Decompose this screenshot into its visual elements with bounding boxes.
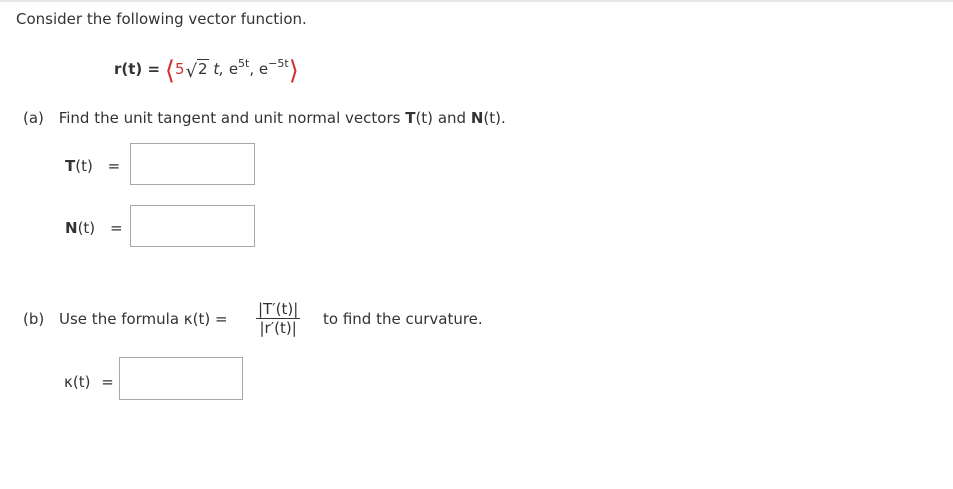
- part-a-narg: (t).: [483, 109, 506, 127]
- part-b-label: (b): [23, 310, 45, 328]
- component-1-var: t,: [213, 60, 225, 78]
- T-label-bold: T: [65, 157, 76, 175]
- part-a-text: Find the unit tangent and unit normal ve…: [58, 109, 401, 127]
- part-a-T: T: [405, 109, 416, 127]
- open-angle-bracket: ⟨: [164, 56, 176, 86]
- T-label-rest: (t): [75, 157, 93, 175]
- part-a-targ: (t): [415, 109, 434, 127]
- component-1-coeff: 5: [175, 60, 185, 78]
- component-2-base: e: [228, 60, 239, 78]
- part-a-and: and: [437, 109, 467, 127]
- part-b-after: to find the curvature.: [323, 310, 483, 328]
- kappa-label: κ(t): [64, 373, 91, 391]
- kappa-eq: =: [101, 373, 114, 391]
- T-eq: =: [107, 157, 121, 175]
- component-sep: ,: [249, 60, 255, 78]
- top-divider: [0, 0, 953, 2]
- N-label-rest: (t): [77, 219, 96, 237]
- fraction-numerator: |T′(t)|: [256, 300, 301, 319]
- part-a-prompt: (a) Find the unit tangent and unit norma…: [23, 109, 506, 127]
- kappa-answer-label: κ(t) =: [64, 373, 114, 391]
- sqrt-symbol: √2: [185, 59, 209, 82]
- part-b-prompt: (b) Use the formula κ(t) =: [23, 310, 228, 328]
- N-answer-label: N(t) =: [65, 219, 123, 237]
- N-answer-input[interactable]: [130, 205, 255, 247]
- component-3-exp: −5t: [268, 57, 289, 70]
- component-2-exp: 5t: [238, 57, 250, 70]
- part-a-label: (a): [23, 109, 44, 127]
- part-b-text: Use the formula κ(t) =: [59, 310, 228, 328]
- T-answer-label: T(t) =: [65, 157, 120, 175]
- N-eq: =: [109, 219, 123, 237]
- intro-text: Consider the following vector function.: [16, 10, 307, 28]
- function-lhs: r(t) =: [114, 60, 161, 78]
- N-label-bold: N: [65, 219, 78, 237]
- close-angle-bracket: ⟩: [288, 56, 299, 86]
- curvature-fraction: |T′(t)| |r′(t)|: [256, 300, 301, 337]
- vector-function: r(t) = ⟨5√2 t, e5t, e−5t⟩: [114, 56, 299, 86]
- part-a-N: N: [470, 109, 484, 127]
- fraction-denominator: |r′(t)|: [259, 319, 297, 337]
- component-3-base: e: [258, 60, 269, 78]
- T-answer-input[interactable]: [130, 143, 255, 185]
- component-1-radicand: 2: [197, 59, 209, 78]
- kappa-answer-input[interactable]: [119, 357, 243, 400]
